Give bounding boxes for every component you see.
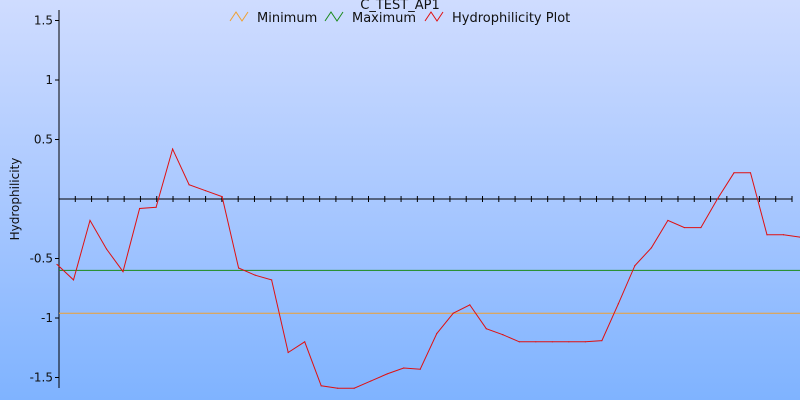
data-point [535,341,537,343]
data-point [221,196,223,198]
axes: 1.510.5-0.5-1-1.5HydrophilicityC_TEST_AP… [8,0,793,388]
data-point [105,248,108,250]
data-point [271,279,273,281]
data-point [72,279,75,281]
legend-label: Hydrophilicity Plot [452,11,570,26]
data-point [205,190,207,192]
data-point [551,341,553,343]
y-tick-label: 0.5 [34,133,53,147]
series-line-hydrophilicity-plot [56,147,800,389]
data-point [320,385,322,387]
y-tick-label: 1 [45,73,53,87]
data-point [370,380,372,382]
data-point [155,206,157,208]
y-tick-label: -0.5 [30,252,53,266]
series-group [56,147,800,389]
data-point [304,341,306,343]
legend-label: Minimum [257,11,317,26]
data-point [667,219,669,222]
y-tick-label: -1 [41,311,53,325]
data-point [122,270,124,273]
data-point [683,226,686,229]
data-point [485,328,487,330]
data-point [617,303,619,305]
legend-swatch [229,11,249,22]
data-point [601,340,603,342]
chart-container: 1.5 1 0.5 -0.5 -1 -1.5 Hydrophilicity C_TEST_AP… [0,0,800,400]
data-point [749,172,752,174]
data-point [403,367,405,369]
y-tick-label: -1.5 [30,371,53,385]
data-point [518,341,520,343]
hydrophilicity-chart: 1.510.5-0.5-1-1.5HydrophilicityC_TEST_AP… [8,0,800,389]
data-point [138,207,141,210]
data-point [386,373,388,375]
y-axis-label: Hydrophilicity [8,158,22,241]
data-point [782,234,785,236]
data-point [716,198,719,200]
data-point [766,234,768,236]
data-point [238,267,240,269]
data-point [436,332,438,335]
data-point [56,263,58,266]
data-point [502,334,504,336]
legend: Minimum Maximum Hydrophilicity Plot [229,11,570,26]
data-point [188,184,190,186]
data-point [287,351,289,354]
data-point [700,226,702,229]
legend-swatch [324,11,344,22]
data-point [469,304,471,306]
data-point [650,247,653,249]
data-point [733,172,735,174]
data-point [584,341,586,343]
legend-swatch [424,11,444,22]
data-point [89,219,91,222]
data-point [568,341,570,343]
data-point [171,148,174,150]
data-point [337,387,339,389]
data-point [634,265,636,267]
data-point [452,312,454,314]
legend-label: Maximum [352,11,416,26]
data-point [254,274,256,276]
data-point [419,368,421,370]
data-point [353,387,355,389]
y-tick-label: 1.5 [34,14,53,28]
